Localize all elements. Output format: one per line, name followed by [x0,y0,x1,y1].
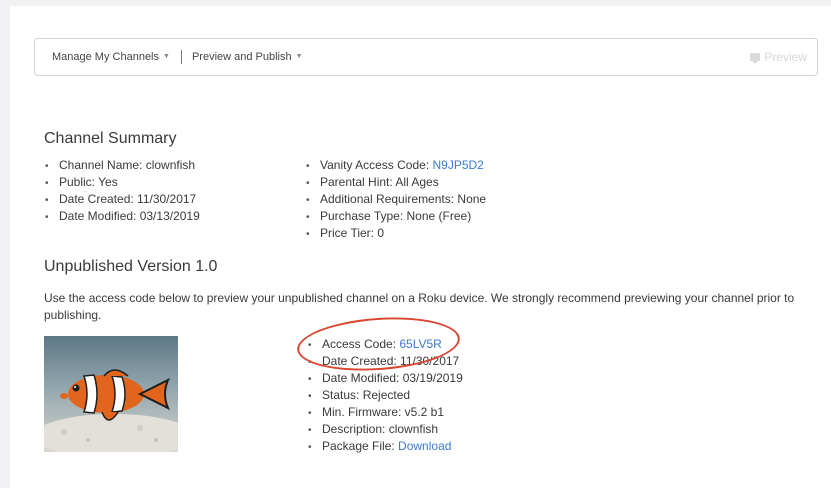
preview-button[interactable]: Preview [750,50,807,64]
chevron-down-icon: ▼ [295,52,303,60]
summary-left-list: Channel Name: clownfish Public: Yes Date… [45,157,200,225]
manage-channels-label: Manage My Channels [52,51,160,63]
vanity-code-label: Vanity Access Code: [320,158,433,172]
preview-publish-label: Preview and Publish [191,51,292,63]
preview-publish-menu[interactable]: Preview and Publish ▼ [192,51,303,63]
menu-divider [180,50,182,64]
channel-thumbnail-image [44,336,178,452]
manage-channels-menu[interactable]: Manage My Channels ▼ [52,51,170,63]
preview-button-label: Preview [764,50,807,64]
list-item-vanity-code: Vanity Access Code: N9JP5D2 [306,157,486,174]
list-item: Date Created: 11/30/2017 [45,191,200,208]
list-item: Status: Rejected [308,387,463,404]
download-link[interactable]: Download [398,439,451,453]
unpublished-version-heading: Unpublished Version 1.0 [44,258,218,275]
list-item: Price Tier: 0 [306,225,486,242]
top-toolbar: Manage My Channels ▼ Preview and Publish… [34,38,818,76]
channel-summary-heading: Channel Summary [44,130,177,147]
list-item: Purchase Type: None (Free) [306,208,486,225]
chevron-down-icon: ▼ [163,52,170,60]
channel-page: Manage My Channels ▼ Preview and Publish… [10,6,831,488]
list-item: Description: clownfish [308,421,463,438]
package-file-label: Package File: [322,439,399,453]
vanity-code-link[interactable]: N9JP5D2 [433,158,484,172]
list-item: Min. Firmware: v5.2 b1 [308,404,463,421]
list-item: Parental Hint: All Ages [306,174,486,191]
list-item: Additional Requirements: None [306,191,486,208]
list-item: Channel Name: clownfish [45,157,200,174]
list-item: Date Modified: 03/13/2019 [45,208,200,225]
list-item-package-file: Package File: Download [308,438,463,455]
list-item: Public: Yes [45,174,200,191]
monitor-icon [750,53,761,63]
summary-right-list: Vanity Access Code: N9JP5D2 Parental Hin… [306,157,486,242]
list-item: Date Modified: 03/19/2019 [308,370,463,387]
